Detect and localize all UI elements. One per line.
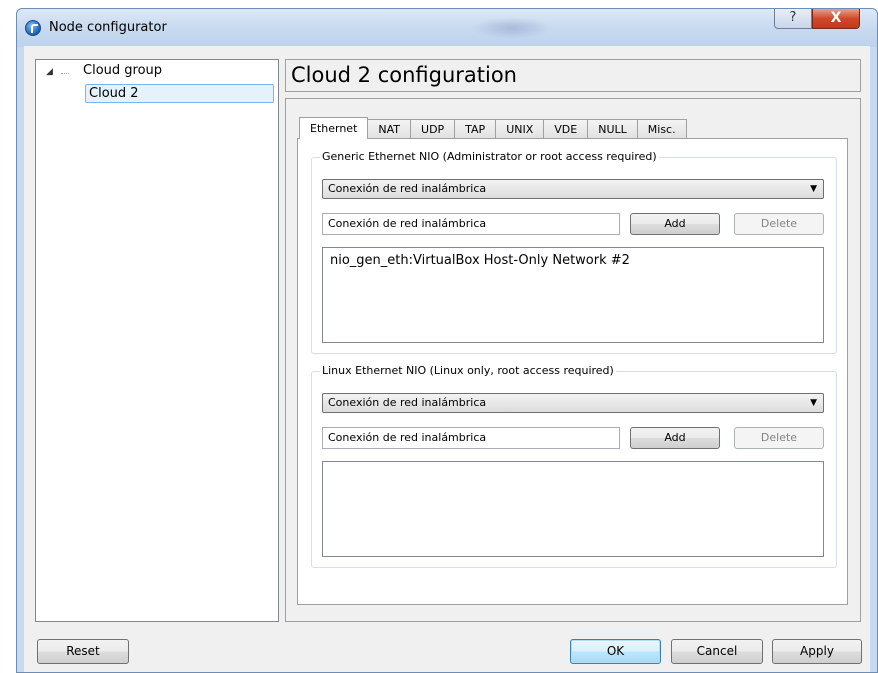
tab-ethernet[interactable]: Ethernet	[299, 117, 369, 139]
tab-vde[interactable]: VDE	[544, 119, 589, 139]
tree-item-cloud-2[interactable]: Cloud 2	[85, 84, 274, 103]
blurred-title-region	[472, 17, 552, 39]
reset-button[interactable]: Reset	[37, 639, 129, 664]
ethernet-tab-panel: Generic Ethernet NIO (Administrator or r…	[297, 138, 848, 605]
config-title: Cloud 2 configuration	[285, 59, 861, 92]
close-button[interactable]: X	[812, 9, 860, 29]
linux-add-button[interactable]: Add	[630, 427, 720, 449]
app-icon	[25, 20, 41, 36]
tab-null[interactable]: NULL	[588, 119, 638, 139]
node-configurator-window: Node configurator ? X ◢ Cloud group Clou…	[16, 8, 878, 673]
tab-unix[interactable]: UNIX	[496, 119, 545, 139]
generic-interface-input[interactable]: Conexión de red inalámbrica	[322, 213, 620, 235]
title-bar[interactable]: Node configurator ? X	[17, 9, 877, 47]
generic-combo-value: Conexión de red inalámbrica	[328, 182, 487, 195]
window-title: Node configurator	[49, 20, 167, 35]
generic-nio-list[interactable]: nio_gen_eth:VirtualBox Host-Only Network…	[322, 247, 824, 343]
tree-item-cloud-group[interactable]: Cloud group	[83, 63, 162, 78]
cancel-button[interactable]: Cancel	[671, 639, 763, 664]
tab-misc[interactable]: Misc.	[637, 119, 687, 139]
dropdown-arrow-icon: ▼	[810, 184, 817, 194]
linux-ethernet-group: Linux Ethernet NIO (Linux only, root acc…	[311, 364, 837, 568]
help-button[interactable]: ?	[774, 9, 812, 29]
node-tree[interactable]: ◢ Cloud group Cloud 2	[35, 59, 279, 622]
config-panel: Ethernet NAT UDP TAP UNIX VDE NULL Misc.…	[285, 98, 861, 622]
tab-bar: Ethernet NAT UDP TAP UNIX VDE NULL Misc.	[299, 117, 687, 139]
generic-ethernet-group: Generic Ethernet NIO (Administrator or r…	[311, 150, 837, 354]
linux-combo-value: Conexión de red inalámbrica	[328, 396, 487, 409]
tree-connector	[61, 73, 69, 74]
expand-arrow-icon[interactable]: ◢	[46, 67, 53, 77]
linux-delete-button[interactable]: Delete	[734, 427, 824, 449]
apply-button[interactable]: Apply	[772, 639, 862, 664]
dialog-client-area: ◢ Cloud group Cloud 2 Cloud 2 configurat…	[24, 46, 870, 672]
dropdown-arrow-icon: ▼	[810, 398, 817, 408]
list-item[interactable]: nio_gen_eth:VirtualBox Host-Only Network…	[330, 253, 816, 268]
ok-button[interactable]: OK	[570, 639, 661, 664]
linux-nio-list[interactable]	[322, 461, 824, 557]
tab-udp[interactable]: UDP	[411, 119, 456, 139]
generic-add-button[interactable]: Add	[630, 213, 720, 235]
linux-ethernet-title: Linux Ethernet NIO (Linux only, root acc…	[320, 364, 616, 377]
linux-interface-input[interactable]: Conexión de red inalámbrica	[322, 427, 620, 449]
generic-ethernet-title: Generic Ethernet NIO (Administrator or r…	[320, 150, 659, 163]
tab-nat[interactable]: NAT	[368, 119, 412, 139]
linux-interface-combo[interactable]: Conexión de red inalámbrica ▼	[322, 393, 824, 413]
generic-interface-combo[interactable]: Conexión de red inalámbrica ▼	[322, 179, 824, 199]
tab-tap[interactable]: TAP	[455, 119, 497, 139]
generic-delete-button[interactable]: Delete	[734, 213, 824, 235]
